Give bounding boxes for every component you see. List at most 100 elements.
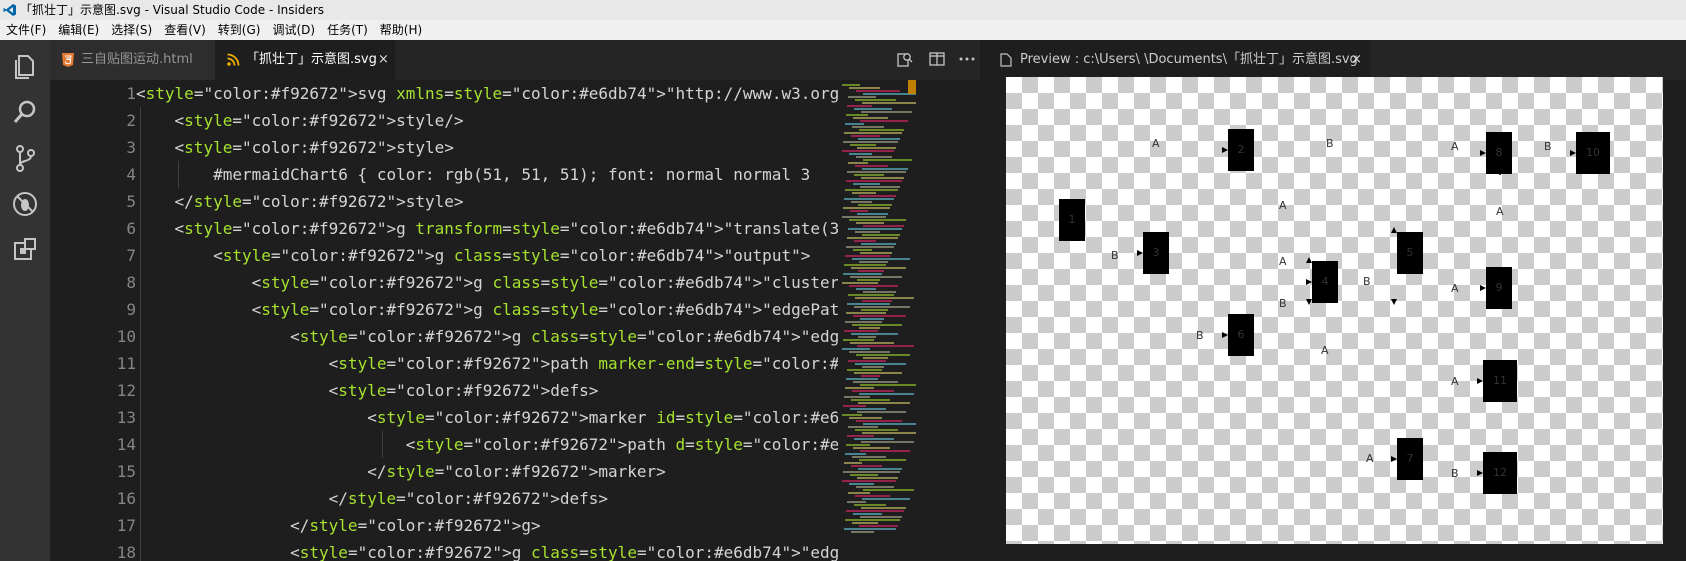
minimap-line	[853, 117, 888, 119]
minimap-line	[856, 156, 892, 158]
minimap-line	[863, 225, 904, 227]
line-number: 9	[126, 300, 136, 319]
edge-arrow	[1306, 257, 1312, 263]
scrollbar-marker[interactable]	[908, 80, 916, 94]
minimap[interactable]	[838, 80, 916, 561]
edge-label: A	[1451, 140, 1459, 153]
tab-label: 「抓壮丁」示意图.svg	[246, 52, 377, 67]
minimap-line	[861, 507, 906, 509]
minimap-line	[850, 342, 894, 344]
code-line: <style="color:#f92672">svg xmlns=style="…	[136, 84, 838, 103]
menu-file[interactable]: 文件(F)	[0, 20, 52, 40]
open-preview-icon[interactable]	[896, 50, 914, 68]
file-icon	[1000, 53, 1012, 67]
code-line: #mermaidChart6 { color: rgb(51, 51, 51);…	[136, 165, 811, 184]
minimap-line	[844, 330, 878, 332]
minimap-line	[846, 180, 902, 182]
minimap-line	[851, 465, 882, 467]
minimap-line	[852, 258, 910, 260]
tab-html-file[interactable]: 三自贴图运动.html	[50, 40, 215, 80]
minimap-line	[860, 186, 900, 188]
minimap-line	[842, 216, 886, 218]
graph-node: 7	[1397, 438, 1423, 480]
minimap-line	[843, 207, 890, 209]
minimap-line	[856, 90, 900, 92]
code-line: </style="color:#f92672">style>	[136, 192, 464, 211]
line-number: 1	[126, 84, 136, 103]
minimap-line	[846, 312, 886, 314]
minimap-line	[862, 168, 908, 170]
minimap-line	[843, 339, 874, 341]
code-line: <style="color:#f92672">g class=style="co…	[136, 327, 838, 346]
menu-help[interactable]: 帮助(H)	[374, 20, 428, 40]
minimap-line	[849, 153, 872, 155]
minimap-line	[859, 393, 914, 395]
tab-preview[interactable]: Preview : c:\Users\ \Documents\「抓壮丁」示意图.…	[988, 40, 1370, 80]
code-area[interactable]: <style="color:#f92672">svg xmlns=style="…	[136, 80, 838, 561]
minimap-line	[846, 510, 904, 512]
minimap-line	[858, 138, 900, 140]
line-number: 5	[126, 192, 136, 211]
search-icon[interactable]	[10, 97, 40, 127]
minimap-line	[862, 432, 916, 434]
explorer-icon[interactable]	[10, 51, 40, 81]
menu-tasks[interactable]: 任务(T)	[321, 20, 374, 40]
minimap-line	[847, 303, 890, 305]
line-number: 18	[116, 543, 136, 561]
minimap-line	[845, 387, 874, 389]
minimap-line	[857, 345, 914, 347]
menu-debug[interactable]: 调试(D)	[266, 20, 321, 40]
minimap-line	[858, 402, 910, 404]
title-bar: 「抓壮丁」示意图.svg - Visual Studio Code - Insi…	[0, 0, 1686, 20]
minimap-line	[844, 528, 896, 530]
close-preview-button[interactable]: ×	[1351, 40, 1362, 80]
preview-tab-bar: Preview : c:\Users\ \Documents\「抓壮丁」示意图.…	[988, 40, 1686, 80]
minimap-line	[845, 453, 866, 455]
minimap-line	[856, 354, 910, 356]
split-editor-icon[interactable]	[928, 50, 946, 68]
minimap-line	[861, 111, 912, 113]
menu-bar: 文件(F) 编辑(E) 选择(S) 查看(V) 转到(G) 调试(D) 任务(T) 帮助(H)	[0, 20, 1686, 40]
minimap-line	[855, 99, 896, 101]
menu-view[interactable]: 查看(V)	[158, 20, 212, 40]
edge-label: B	[1279, 297, 1287, 310]
edge-label: B	[1326, 137, 1334, 150]
minimap-line	[861, 177, 904, 179]
minimap-line	[846, 114, 868, 116]
minimap-line	[855, 165, 888, 167]
line-number: 14	[116, 435, 136, 454]
source-control-icon[interactable]	[10, 143, 40, 173]
edge-arrow	[1480, 150, 1486, 156]
debug-icon[interactable]	[10, 189, 40, 219]
minimap-line	[856, 420, 902, 422]
extensions-icon[interactable]	[10, 235, 40, 265]
minimap-line	[858, 336, 876, 338]
close-tab-button[interactable]: ×	[378, 40, 389, 80]
minimap-line	[852, 192, 876, 194]
minimap-line	[848, 162, 868, 164]
minimap-line	[845, 321, 882, 323]
menu-selection[interactable]: 选择(S)	[105, 20, 158, 40]
more-actions-icon[interactable]	[958, 50, 976, 68]
minimap-line	[853, 381, 898, 383]
minimap-line	[859, 195, 896, 197]
minimap-line	[850, 408, 886, 410]
menu-go[interactable]: 转到(G)	[212, 20, 267, 40]
graph-node: 12	[1483, 452, 1517, 494]
minimap-line	[855, 495, 890, 497]
minimap-line	[853, 249, 872, 251]
code-line: <style="color:#f92672">g class=style="co…	[136, 273, 838, 292]
line-number: 7	[126, 246, 136, 265]
minimap-line	[849, 285, 898, 287]
code-line: <style="color:#f92672">style/>	[136, 111, 464, 130]
minimap-line	[854, 372, 902, 374]
code-editor[interactable]: 1 2 3 4 5 6 7 8 9 10 11 12 13 14 15 16 1…	[50, 80, 916, 561]
minimap-line	[845, 519, 900, 521]
minimap-line	[848, 492, 870, 494]
edge-arrow	[1306, 299, 1312, 305]
edge-label: A	[1152, 137, 1160, 150]
minimap-line	[853, 513, 882, 515]
tab-svg-file[interactable]: 「抓壮丁」示意图.svg ×	[215, 40, 395, 80]
minimap-line	[854, 240, 876, 242]
menu-edit[interactable]: 编辑(E)	[52, 20, 105, 40]
